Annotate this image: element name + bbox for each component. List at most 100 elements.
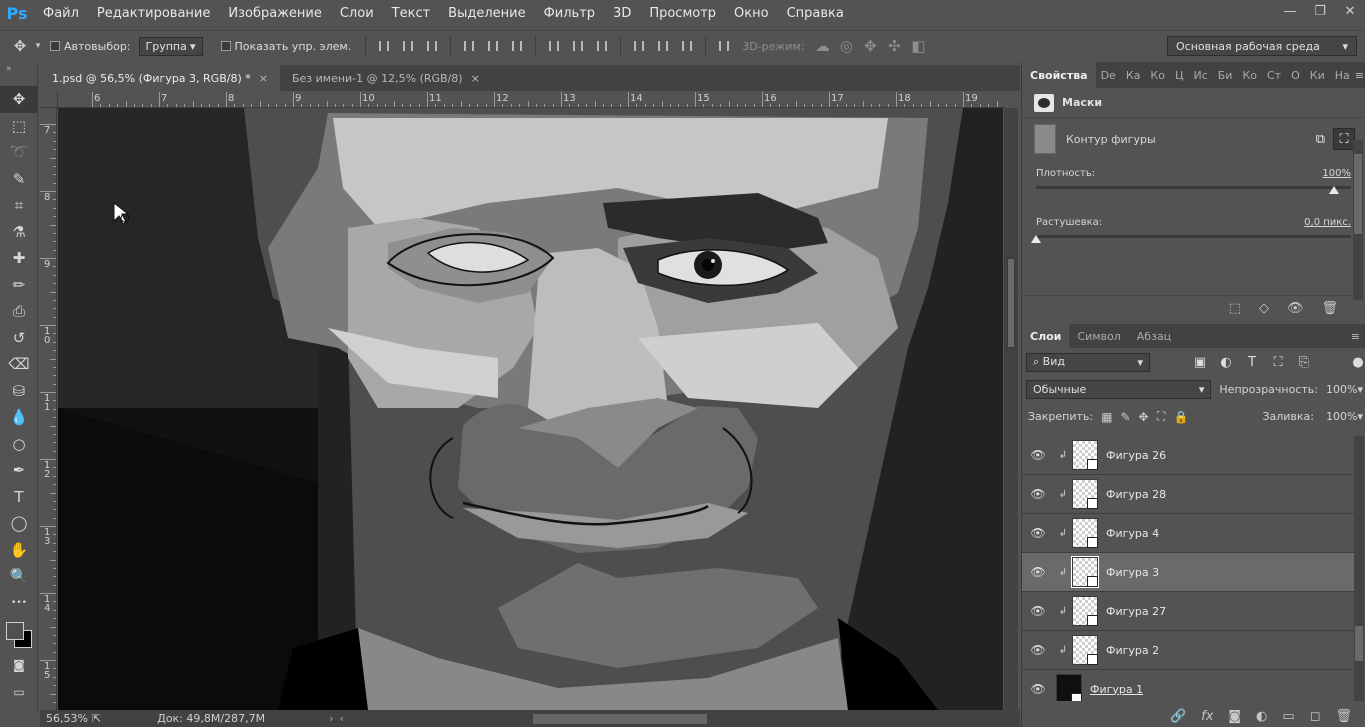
- filter-toggle-icon[interactable]: ●: [1350, 355, 1365, 370]
- density-slider-thumb[interactable]: [1329, 186, 1339, 194]
- adjustment-filter-icon[interactable]: ◐: [1218, 355, 1234, 370]
- tab-panel-ts[interactable]: Ц: [1170, 62, 1189, 88]
- blur-tool-icon[interactable]: 💧: [0, 404, 38, 431]
- smart-object-filter-icon[interactable]: ⎘: [1296, 355, 1312, 370]
- chevron-left-icon[interactable]: ‹: [339, 712, 343, 725]
- tab-document-2[interactable]: Без имени-1 @ 12,5% (RGB/8) ×: [280, 65, 492, 91]
- auto-align-icon[interactable]: [712, 38, 736, 54]
- vertical-ruler[interactable]: 7 8 9 1 0 1 1 1 2 1 3 1 4 1 5: [40, 108, 57, 710]
- distribute-top-icon[interactable]: [542, 38, 566, 54]
- layer-row[interactable]: 👁 ↲ Фигура 26: [1022, 436, 1354, 475]
- properties-scrollbar[interactable]: [1353, 140, 1363, 300]
- density-slider[interactable]: [1036, 186, 1351, 194]
- quick-select-tool-icon[interactable]: ✎: [0, 166, 38, 193]
- type-tool-icon[interactable]: T: [0, 484, 38, 511]
- menu-3d[interactable]: 3D: [604, 0, 640, 27]
- menu-view[interactable]: Просмотр: [640, 0, 725, 27]
- layer-name[interactable]: Фигура 28: [1106, 488, 1166, 501]
- horizontal-ruler[interactable]: 6 7 8 9 10 11 12 13 14 15 16 17 18 19: [58, 92, 1005, 108]
- layer-name[interactable]: Фигура 2: [1106, 644, 1159, 657]
- hand-tool-icon[interactable]: ✋: [0, 537, 38, 564]
- folder-icon[interactable]: ▭: [1282, 709, 1294, 724]
- tab-layers[interactable]: Слои: [1022, 323, 1070, 349]
- lock-transparency-icon[interactable]: ▦: [1101, 410, 1112, 424]
- 3d-slide-icon[interactable]: ✣: [882, 37, 906, 55]
- menu-window[interactable]: Окно: [725, 0, 778, 27]
- feather-value[interactable]: 0,0 пикс.: [1304, 217, 1351, 228]
- chevron-down-icon[interactable]: ▾: [32, 41, 44, 51]
- close-icon[interactable]: ×: [259, 72, 268, 85]
- layer-row[interactable]: 👁 ↲ Фигура 27: [1022, 592, 1354, 631]
- tab-panel-na[interactable]: На: [1330, 62, 1355, 88]
- zoom-level[interactable]: 56,53%: [40, 712, 88, 725]
- add-mask-icon[interactable]: ◙: [1228, 709, 1241, 724]
- layer-name[interactable]: Фигура 27: [1106, 605, 1166, 618]
- move-tool-preset-icon[interactable]: ✥: [8, 37, 32, 55]
- lasso-tool-icon[interactable]: ➰: [0, 139, 38, 166]
- link-icon[interactable]: 🔗: [1170, 709, 1186, 724]
- eye-icon[interactable]: 👁: [1022, 565, 1054, 579]
- fill-field[interactable]: 100% ▾: [1322, 409, 1365, 424]
- new-layer-icon[interactable]: ◻: [1310, 709, 1321, 724]
- layer-row[interactable]: 👁 ↲ Фигура 2: [1022, 631, 1354, 670]
- 3d-roll-icon[interactable]: ◎: [834, 37, 858, 55]
- dodge-tool-icon[interactable]: ○: [0, 431, 38, 458]
- foreground-color-swatch[interactable]: [6, 622, 24, 640]
- layer-name[interactable]: Фигура 1: [1090, 683, 1143, 696]
- image-filter-icon[interactable]: ▣: [1192, 355, 1208, 370]
- distribute-bottom-icon[interactable]: [590, 38, 614, 54]
- eye-icon[interactable]: 👁: [1022, 643, 1054, 657]
- lock-position-icon[interactable]: ✥: [1139, 410, 1149, 424]
- quick-mask-icon[interactable]: ◙: [0, 652, 38, 679]
- distribute-right-icon[interactable]: [675, 38, 699, 54]
- scroll-thumb[interactable]: [1007, 258, 1015, 348]
- maximize-button[interactable]: ❐: [1305, 0, 1335, 22]
- align-hcenter-icon[interactable]: [481, 38, 505, 54]
- healing-tool-icon[interactable]: ✚: [0, 245, 38, 272]
- document-canvas[interactable]: [58, 108, 1003, 710]
- feather-slider-thumb[interactable]: [1031, 235, 1041, 243]
- history-brush-tool-icon[interactable]: ↺: [0, 325, 38, 352]
- align-left-icon[interactable]: [457, 38, 481, 54]
- show-controls-checkbox[interactable]: [220, 41, 231, 51]
- eye-icon[interactable]: 👁: [1022, 604, 1054, 618]
- apply-mask-icon[interactable]: ◇: [1259, 301, 1269, 316]
- menu-edit[interactable]: Редактирование: [88, 0, 219, 27]
- menu-filter[interactable]: Фильтр: [535, 0, 604, 27]
- close-window-button[interactable]: ✕: [1335, 0, 1365, 22]
- 3d-orbit-icon[interactable]: ☁: [810, 37, 834, 55]
- distribute-vcenter-icon[interactable]: [566, 38, 590, 54]
- stamp-tool-icon[interactable]: ⎙: [0, 298, 38, 325]
- 3d-camera-icon[interactable]: ◧: [906, 37, 930, 55]
- layers-scrollbar[interactable]: [1354, 436, 1364, 701]
- eye-icon[interactable]: 👁: [1022, 682, 1054, 696]
- ruler-origin[interactable]: [40, 92, 58, 108]
- panel-menu-icon[interactable]: ≡: [1351, 330, 1360, 343]
- tab-panel-ko2[interactable]: Ко: [1237, 62, 1262, 88]
- more-tools-icon[interactable]: •••: [0, 590, 38, 617]
- menu-layers[interactable]: Слои: [331, 0, 383, 27]
- vector-mask-icon[interactable]: ⛶: [1333, 128, 1355, 150]
- fx-icon[interactable]: fx: [1201, 709, 1213, 724]
- tab-properties[interactable]: Свойства: [1022, 62, 1096, 88]
- align-top-icon[interactable]: [372, 38, 396, 54]
- marquee-tool-icon[interactable]: ⬚: [0, 113, 38, 140]
- feather-slider[interactable]: [1031, 235, 1351, 243]
- minimize-button[interactable]: —: [1275, 0, 1305, 22]
- menu-select[interactable]: Выделение: [439, 0, 534, 27]
- tab-document-1[interactable]: 1.psd @ 56,5% (Фигура 3, RGB/8) * ×: [40, 65, 280, 91]
- tab-panel-st[interactable]: Ст: [1262, 62, 1286, 88]
- eye-icon[interactable]: 👁: [1287, 301, 1304, 316]
- shape-filter-icon[interactable]: ⛶: [1270, 355, 1286, 370]
- layer-row[interactable]: 👁 Фигура 1: [1022, 670, 1354, 701]
- align-right-icon[interactable]: [505, 38, 529, 54]
- layer-name[interactable]: Фигура 3: [1106, 566, 1159, 579]
- distribute-hcenter-icon[interactable]: [651, 38, 675, 54]
- blend-mode-dropdown[interactable]: Обычные ▾: [1026, 380, 1212, 399]
- tab-character[interactable]: Символ: [1069, 323, 1128, 349]
- layer-row-selected[interactable]: 👁 ↲ Фигура 3: [1022, 553, 1354, 592]
- align-vcenter-icon[interactable]: [396, 38, 420, 54]
- workspace-dropdown[interactable]: Основная рабочая среда ▾: [1167, 36, 1357, 56]
- 3d-pan-icon[interactable]: ✥: [858, 37, 882, 55]
- menu-image[interactable]: Изображение: [219, 0, 330, 27]
